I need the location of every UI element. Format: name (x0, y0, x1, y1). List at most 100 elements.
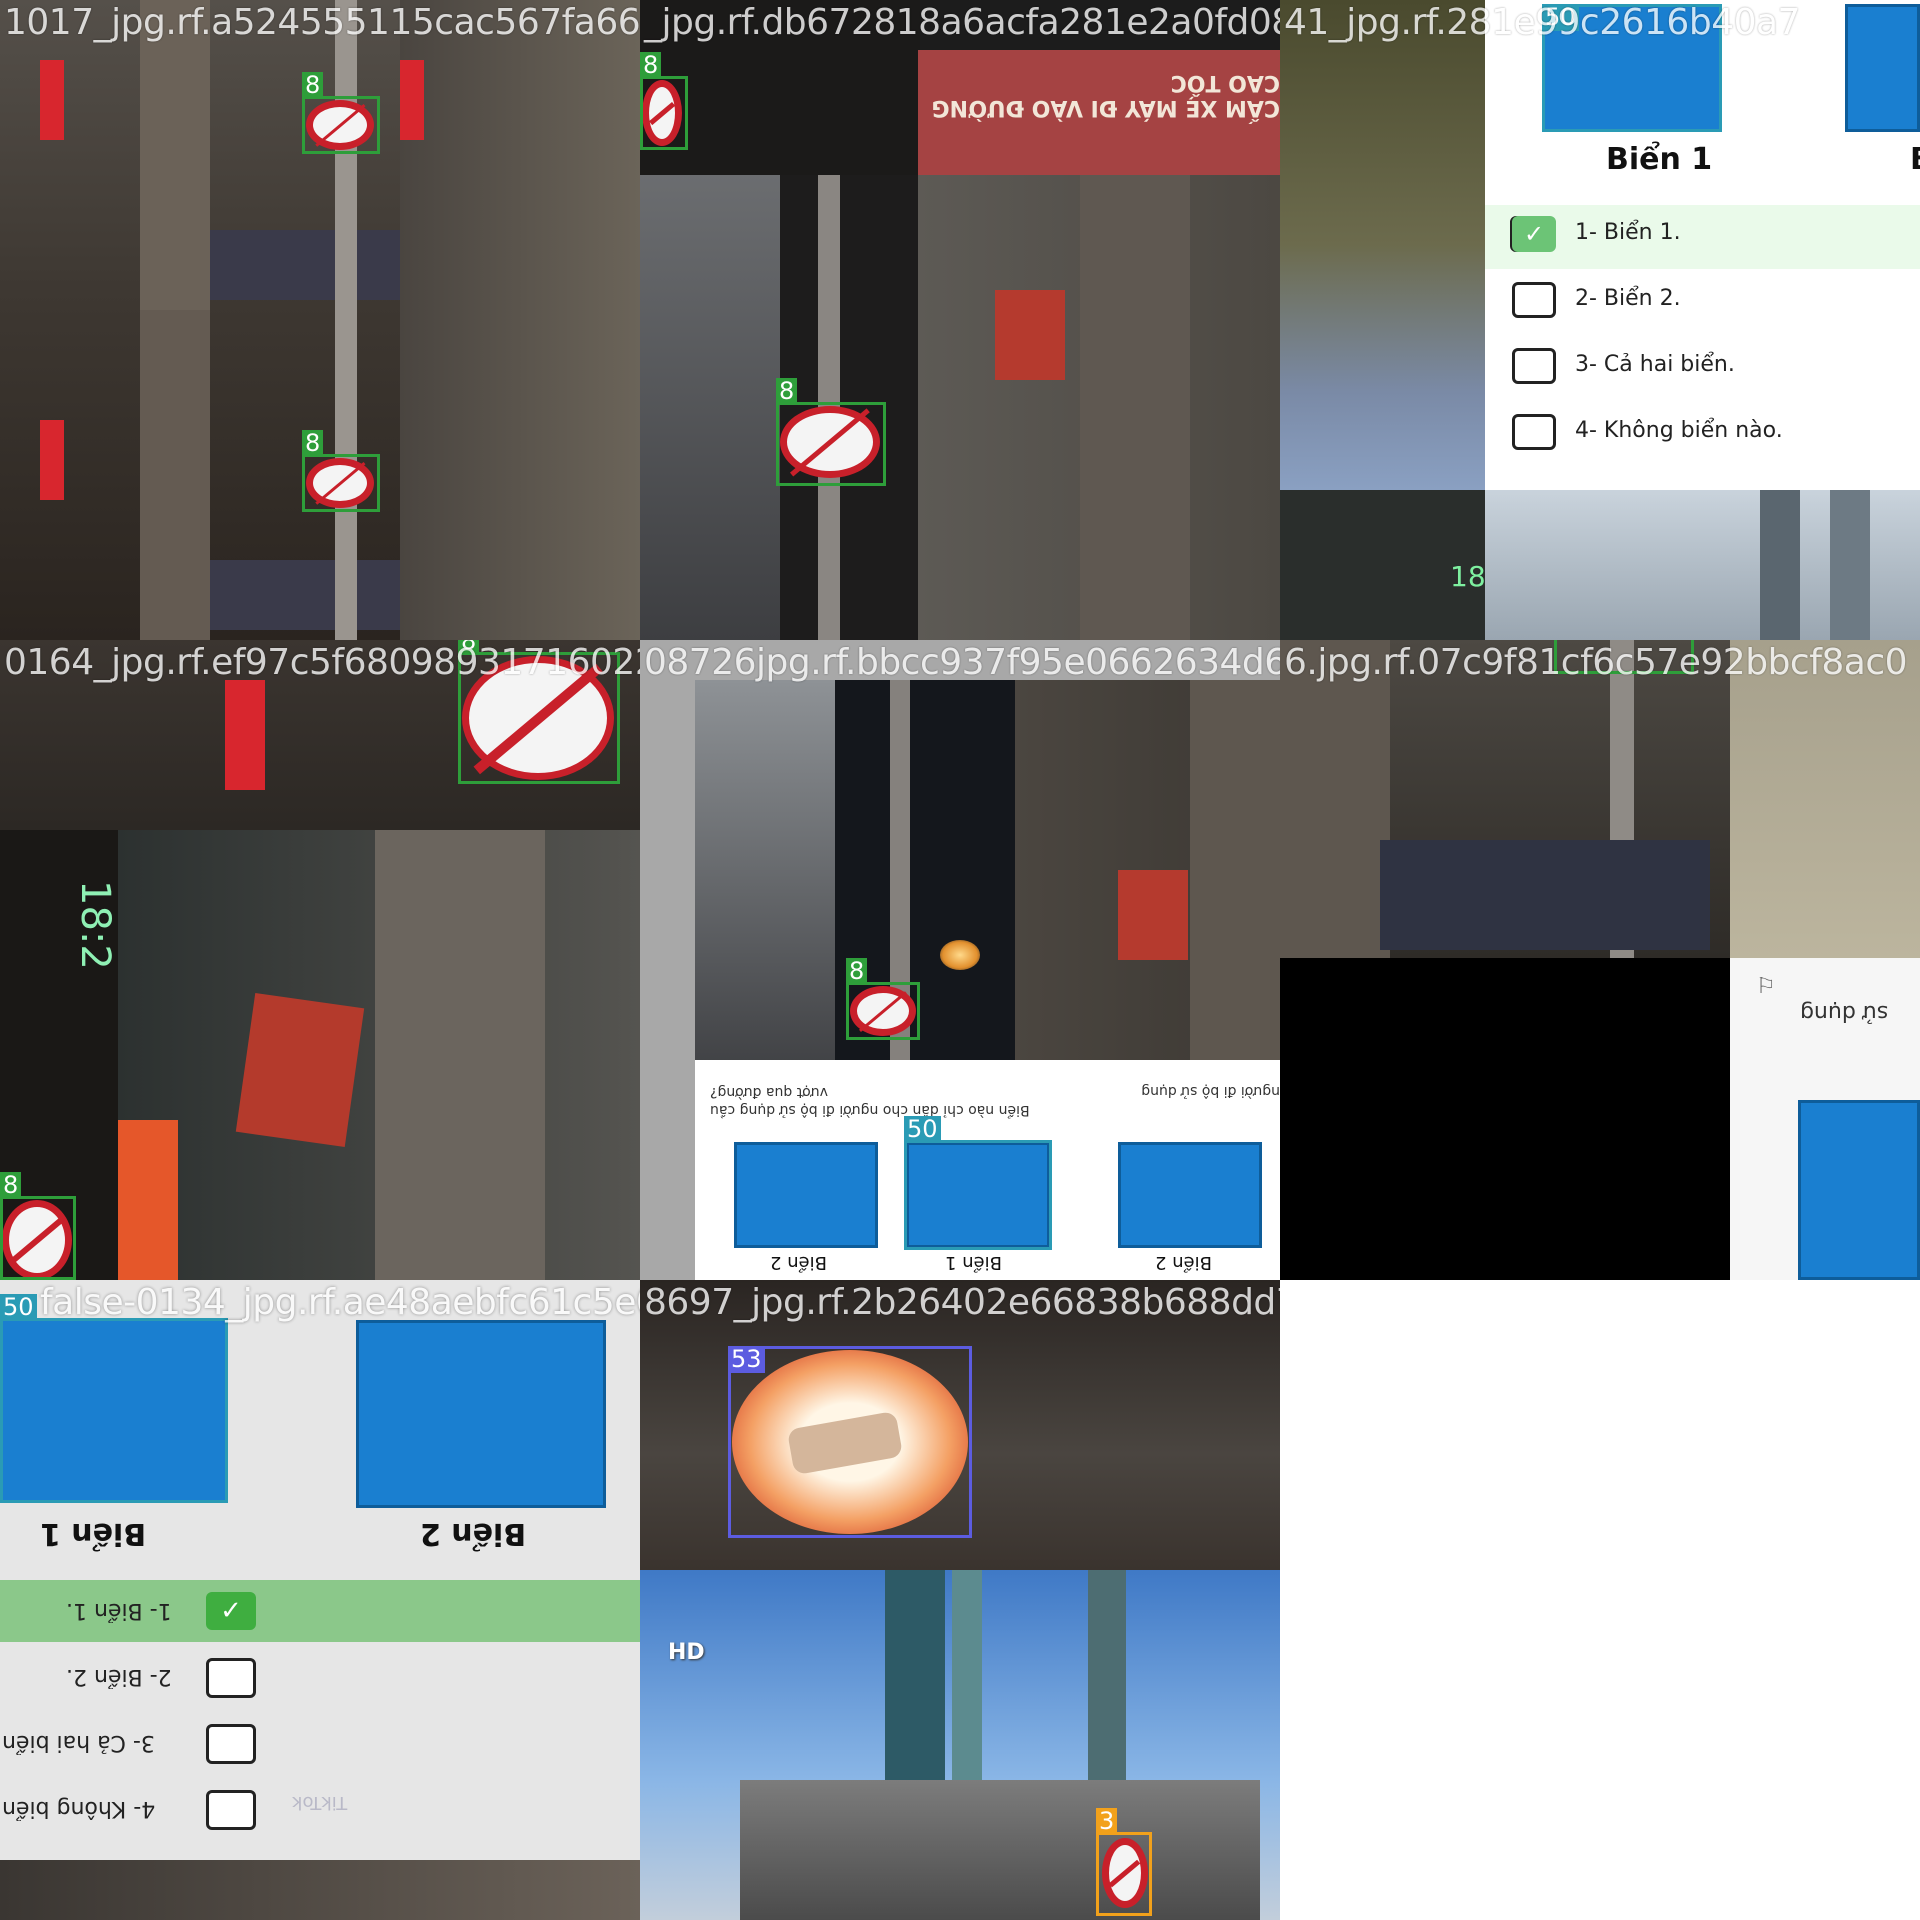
detection-box: 8 (640, 52, 688, 150)
class-label: 8 (302, 72, 324, 99)
tile-7: Biển 1 Biển 2 ✓ 1- Biển 1. 2- Biển 2. 3-… (0, 1280, 640, 1920)
quiz-question-text: sử dụng (1800, 1000, 1889, 1025)
answer-checkbox[interactable] (206, 1658, 256, 1698)
dark-photo (1280, 958, 1730, 1280)
building-facade (695, 680, 835, 1100)
class-label: 8 (0, 1172, 22, 1199)
tv-logo: HD (668, 1640, 705, 1665)
quiz-question-text: Biển nào chỉ dẫn cho người đi bộ sử dụng… (710, 1084, 1030, 1118)
tile-caption: 0164_jpg.rf.ef97c5f680989317160226 (4, 642, 640, 683)
sign-title: Biển 1 (1606, 142, 1713, 177)
sign-label-text: Biển 2 (1155, 1252, 1213, 1273)
gantry-pillar (1830, 490, 1870, 640)
tile-5: Biển nào chỉ dẫn cho người đi bộ sử dụng… (640, 640, 1280, 1280)
tiktok-watermark: TikTok (292, 1792, 347, 1813)
red-banner (1118, 870, 1188, 960)
tree-trunk (1190, 680, 1280, 1100)
building-facade (400, 0, 640, 640)
class-label: 50 (904, 1116, 941, 1143)
detection-box: 8 (0, 1172, 76, 1280)
pedestrian-overpass-sign (1845, 4, 1920, 132)
motorbikes (210, 230, 400, 300)
answer-option-text: 2- Biển 2. (66, 1664, 172, 1689)
sign-label-text: Biển 1 (945, 1252, 1003, 1273)
quiz-question: Biển nào chỉ dẫn cho người đi bộ sử dụng… (710, 1083, 1040, 1119)
answer-option: 3- Cả hai biển (2, 1730, 155, 1755)
clock-display: 18:2 (72, 880, 118, 970)
pedestrian-overpass-sign (734, 1142, 878, 1248)
tile-1: 8 8 1017_jpg.rf.a524555115cac567fa669768… (0, 0, 640, 640)
orange-shop-sign (118, 1120, 178, 1280)
red-banner (235, 993, 365, 1147)
answer-option: 3- Cả hai biển. (1575, 352, 1735, 377)
tv-logo-text: HD (668, 1640, 705, 1665)
red-shop-sign (40, 420, 64, 500)
mosaic: 8 8 1017_jpg.rf.a524555115cac567fa669768… (0, 0, 1920, 1920)
leaf-photo (1280, 0, 1485, 490)
tile-caption: _jpg.rf.db672818a6acfa281e2a0fd08 (644, 2, 1280, 43)
answer-option-text: 1- Biển 1. (66, 1598, 172, 1623)
sign-label-text: Biển 2 (770, 1252, 828, 1273)
class-label: 50 (0, 1294, 37, 1321)
answer-checkbox[interactable] (206, 1790, 256, 1830)
quiz-question: người đi bộ sử dụng (1120, 1083, 1280, 1099)
checkbox-checked[interactable]: ✓ (1512, 216, 1556, 252)
red-shop-sign (40, 60, 64, 140)
pedestrian-overpass-sign (356, 1320, 606, 1508)
tile-caption: 41_jpg.rf.281e99c2616b40a7 (1284, 2, 1800, 43)
pedestrian-overpass-sign (1798, 1100, 1920, 1280)
tree-trunk (140, 310, 210, 640)
answer-option-text: 4- Không biển (2, 1796, 156, 1821)
quiz-question-text: người đi bộ sử dụng (1141, 1083, 1280, 1099)
detection-box: 8 (846, 958, 920, 1040)
sidewalk-photo (1730, 640, 1920, 958)
sign-label-text: Biển 1 (40, 1516, 147, 1551)
sign-label: Biển 2 (1155, 1252, 1212, 1273)
quiz-question: sử dụng (1800, 1000, 1888, 1025)
bookmark-icon[interactable]: ⚐ (1756, 974, 1776, 999)
red-shop-sign (400, 60, 424, 140)
pedestrian-overpass-sign (1118, 1142, 1262, 1248)
building-facade (640, 175, 780, 640)
sign-label: Biển 2 (770, 1252, 827, 1273)
tile-8: HD 53 3 8697_jpg.rf.2b26402e66838b688dd7… (640, 1280, 1280, 1920)
motorbikes (1380, 840, 1710, 950)
tile-3: Biển 1 B ✓ 1- Biển 1. 2- Biển 2. 3- Cả h… (1280, 0, 1920, 640)
answer-option: 2- Biển 2. (66, 1664, 172, 1689)
tile-4: 18:2 8 8 0164_jpg.rf.ef97c5f680989317160… (0, 640, 640, 1280)
tree-trunk (1280, 640, 1390, 958)
toll-booth (740, 1780, 1260, 1920)
detection-box: 53 (728, 1346, 972, 1538)
tile-caption: 08726jpg.rf.bbcc937f95e0662634d67e851 (644, 642, 1280, 683)
answer-option: 2- Biển 2. (1575, 286, 1681, 311)
answer-checkbox[interactable] (206, 1724, 256, 1764)
class-label: 8 (302, 430, 324, 457)
detection-box: 3 (1096, 1808, 1152, 1916)
detection-box: 8 (302, 72, 380, 154)
answer-option-text: 3- Cả hai biển (2, 1730, 155, 1755)
tile-caption: false-0134_jpg.rf.ae48aebfc61c5e08697 (40, 1282, 640, 1323)
banner-text: CẤM XE MÁY ĐI VÀO ĐƯỜNG CAO TỐC (931, 70, 1280, 120)
sign-label: Biển 1 (40, 1516, 146, 1551)
sign-label: Biển 1 (945, 1252, 1002, 1273)
detection-box: 50 (0, 1294, 228, 1503)
tile-6: ⚐ sử dụng 8 6.jpg.rf.07c9f81cf6c57e92bbc… (1280, 640, 1920, 1280)
detection-box: 8 (302, 430, 380, 512)
tree-trunk (140, 0, 210, 310)
banner-text: CẤM XE MÁY ĐI VÀO ĐƯỜNG CAO TỐC (930, 70, 1280, 120)
checkbox-checked[interactable]: ✓ (206, 1592, 256, 1630)
class-label: 8 (776, 378, 798, 405)
answer-checkbox[interactable] (1512, 414, 1556, 450)
answer-checkbox[interactable] (1512, 282, 1556, 318)
red-shop-sign (225, 680, 265, 790)
street-photo (0, 1860, 640, 1920)
sign-title: B (1910, 142, 1920, 177)
tile-2: CẤM XE MÁY ĐI VÀO ĐƯỜNG CAO TỐC 8 8 _jpg… (640, 0, 1280, 640)
motorbikes (210, 560, 400, 630)
watermark-text: TikTok (292, 1792, 348, 1813)
answer-checkbox[interactable] (1512, 348, 1556, 384)
red-banner (995, 290, 1065, 380)
detection-box: 8 (776, 378, 886, 486)
sign-label-text: Biển 2 (420, 1516, 527, 1551)
class-label: 3 (1096, 1808, 1118, 1835)
